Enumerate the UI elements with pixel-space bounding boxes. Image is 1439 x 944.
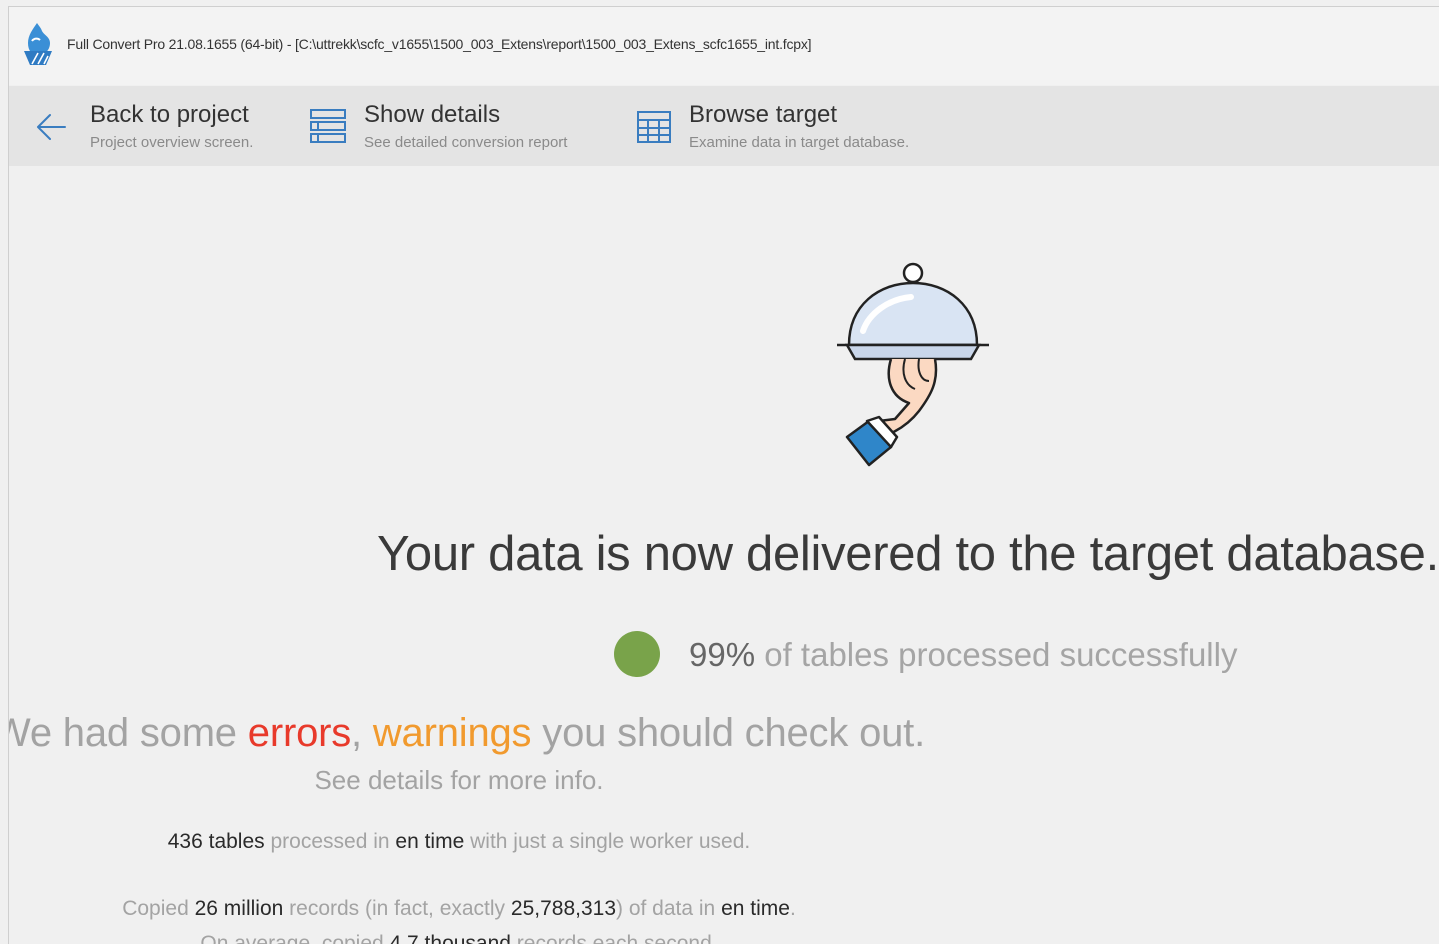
browse-target-button[interactable]: Browse target Examine data in target dat… (624, 86, 964, 166)
back-to-project-sublabel: Project overview screen. (90, 134, 254, 151)
copied-exact: 25,788,313 (510, 897, 616, 920)
issues-notice: We had some errors, warnings you should … (8, 711, 1359, 756)
back-arrow-icon (37, 114, 66, 140)
copied-end-text: . (789, 897, 796, 920)
records-stats: Copied 26 million records (in fact, exac… (9, 897, 1359, 921)
app-window: Full Convert Pro 21.08.1655 (64-bit) - [… (8, 6, 1439, 944)
browse-target-sublabel: Examine data in target database. (689, 134, 910, 151)
copied-million: 26 million (194, 897, 284, 920)
notice-separator: , (351, 711, 373, 755)
window-title: Full Convert Pro 21.08.1655 (64-bit) - [… (67, 36, 812, 52)
tables-end-text: with just a single worker used. (464, 830, 751, 853)
details-list-icon (310, 109, 346, 143)
title-bar: Full Convert Pro 21.08.1655 (64-bit) - [… (9, 7, 1439, 85)
rate-stats: On average, copied 4.7 thousand records … (9, 932, 1359, 944)
avg-value: 4.7 thousand (389, 932, 511, 944)
avg-end-text: records each second. (510, 932, 718, 944)
tables-time: en time (395, 830, 465, 853)
full-convert-logo-icon (24, 23, 52, 65)
back-to-project-button[interactable]: Back to project Project overview screen. (9, 86, 294, 166)
back-to-project-label: Back to project (90, 101, 249, 128)
show-details-button[interactable]: Show details See detailed conversion rep… (299, 86, 619, 166)
errors-link[interactable]: errors (248, 711, 351, 755)
details-hint: See details for more info. (314, 765, 604, 795)
copied-mid-text-2: ) of data in (616, 897, 722, 920)
result-panel: Your data is now delivered to the target… (9, 166, 1439, 944)
tables-mid-text: processed in (264, 830, 396, 853)
success-percent: 99% (689, 636, 756, 673)
show-details-label: Show details (364, 101, 501, 128)
success-summary: 99% of tables processed successfully (689, 636, 1237, 674)
tables-count: 436 tables (167, 830, 265, 853)
tables-stats: 436 tables processed in en time with jus… (9, 830, 1359, 854)
notice-prefix: We had some (8, 711, 248, 755)
warnings-link[interactable]: warnings (373, 711, 532, 755)
browse-target-label: Browse target (689, 101, 838, 128)
copied-time: en time (721, 897, 790, 920)
table-grid-icon (637, 111, 671, 143)
notice-suffix: you should check out. (531, 711, 925, 755)
show-details-sublabel: See detailed conversion report (364, 134, 568, 151)
copied-prefix: Copied (122, 897, 195, 920)
completion-headline: Your data is now delivered to the target… (377, 527, 1439, 581)
success-status-dot (614, 631, 660, 677)
success-text: of tables processed successfully (755, 636, 1238, 673)
serving-cloche-icon (837, 262, 989, 467)
toolbar: Back to project Project overview screen.… (9, 86, 1439, 166)
copied-mid-text: records (in fact, exactly (283, 897, 511, 920)
avg-prefix: On average, copied (200, 932, 390, 944)
